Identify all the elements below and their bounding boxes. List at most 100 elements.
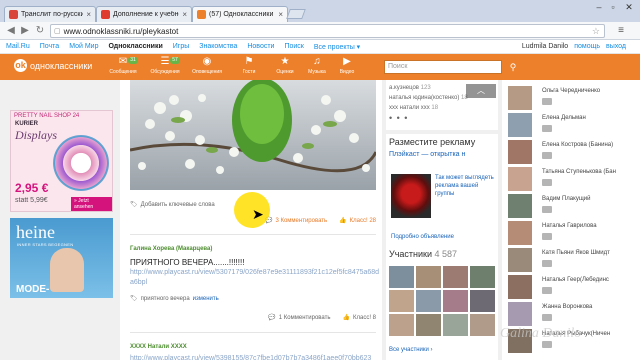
search-icon[interactable]: ⚲ [506, 60, 520, 74]
nail-shop-ad[interactable]: PRETTY NAIL SHOP 24 KURIER Displays 2,95… [10, 110, 113, 212]
all-members-link[interactable]: Все участники › [389, 347, 433, 353]
post-author[interactable]: Галина Хорева (Макарцева) [130, 246, 212, 252]
nav-footprints[interactable]: ⚑ Гости [232, 56, 266, 78]
browser-menu-icon[interactable]: ≡ [614, 25, 628, 37]
friend-name[interactable]: Елена Кострова (Банина) [542, 142, 613, 148]
comments-link[interactable]: 3 Комментировать [275, 218, 327, 224]
portal-link-all-projects[interactable]: Все проекты ▾ [314, 43, 360, 51]
member-avatar[interactable] [416, 290, 441, 312]
friend-item[interactable]: Катя Пьяни Яков Шмидт [506, 246, 640, 272]
browser-tab[interactable]: Транслит по-русски × [4, 6, 96, 22]
member-avatar[interactable] [389, 290, 414, 312]
friend-item[interactable]: Ольга Чередниченко [506, 84, 640, 110]
friend-item[interactable]: Жанна Воронкова [506, 300, 640, 326]
friend-name[interactable]: Наталья Гаврилова [542, 223, 597, 229]
forward-icon[interactable]: ▶ [18, 24, 32, 38]
friend-item[interactable]: Вадим Плакущий [506, 192, 640, 218]
message-icon[interactable] [542, 125, 552, 132]
add-tags-row[interactable]: 🏷 Добавить ключевые слова [130, 201, 215, 209]
tag-edit-link[interactable]: изменить [193, 296, 219, 302]
portal-link-mail[interactable]: Почта [40, 43, 59, 50]
site-search-input[interactable]: Поиск [384, 60, 502, 74]
avatar[interactable] [508, 221, 532, 245]
new-tab-button[interactable] [286, 9, 306, 19]
portal-link-odnoklassniki[interactable]: Одноклассники [108, 43, 162, 50]
tab-close-icon[interactable]: × [278, 10, 283, 19]
logout-link[interactable]: выход [606, 43, 626, 50]
avatar[interactable] [508, 113, 532, 137]
member-avatar[interactable] [443, 314, 468, 336]
class-link[interactable]: Класс! 28 [350, 218, 376, 224]
url-input[interactable]: ▢ www.odnoklassniki.ru/pleykastot ☆ [50, 24, 605, 38]
guests-more[interactable]: • • • [389, 113, 495, 123]
avatar[interactable] [508, 140, 532, 164]
friend-item[interactable]: Татьяна Ступенькова (Бан [506, 165, 640, 191]
user-name[interactable]: Ludmila Danilo [522, 43, 568, 50]
friend-item[interactable]: Наталья Гаврилова [506, 219, 640, 245]
friend-name[interactable]: Наталья Геер(Лебединс [542, 277, 609, 283]
scroll-up-button[interactable]: ︿ [466, 84, 496, 98]
avatar[interactable] [508, 302, 532, 326]
message-icon[interactable] [542, 260, 552, 267]
avatar[interactable] [508, 86, 532, 110]
avatar[interactable] [508, 248, 532, 272]
nav-rating[interactable]: ★ Оценки [268, 56, 302, 78]
portal-link-games[interactable]: Игры [173, 43, 190, 50]
friend-item[interactable]: Наталья Геер(Лебединс [506, 273, 640, 299]
member-avatar[interactable] [416, 314, 441, 336]
member-avatar[interactable] [416, 266, 441, 288]
guest-line[interactable]: xxx натали xxx 18 [389, 103, 495, 113]
message-icon[interactable] [542, 98, 552, 105]
site-logo[interactable]: ok одноклассники [14, 59, 92, 72]
heine-ad[interactable]: heine INNER STARS BEGEGNEN MODE- [10, 218, 113, 298]
avatar[interactable] [508, 194, 532, 218]
message-icon[interactable] [542, 287, 552, 294]
ad-cta-button[interactable]: » Jetzt ansehen [71, 197, 112, 211]
message-icon[interactable] [542, 152, 552, 159]
member-avatar[interactable] [470, 290, 495, 312]
message-icon[interactable] [542, 341, 552, 348]
browser-tab[interactable]: Дополнение к учебном... × [96, 6, 192, 22]
friend-name[interactable]: Катя Пьяни Яков Шмидт [542, 250, 610, 256]
member-avatar[interactable] [443, 290, 468, 312]
ad-body[interactable]: Так может выглядеть реклама вашей группы [435, 174, 495, 198]
avatar[interactable] [508, 275, 532, 299]
friend-name[interactable]: Ольга Чередниченко [542, 88, 600, 94]
members-title[interactable]: Участники [389, 249, 432, 259]
minimize-icon[interactable]: – [592, 2, 606, 14]
tab-close-icon[interactable]: × [182, 10, 187, 19]
member-avatar[interactable] [389, 314, 414, 336]
portal-link-mailru[interactable]: Mail.Ru [6, 43, 30, 50]
friend-name[interactable]: Вадим Плакущий [542, 196, 590, 202]
tab-close-icon[interactable]: × [86, 10, 91, 19]
ad-title[interactable]: Плэйкаст — открытка н [389, 151, 495, 158]
post-author[interactable]: XXXX Натали XXXX [130, 344, 187, 350]
bookmark-star-icon[interactable]: ☆ [592, 26, 600, 37]
friend-name[interactable]: Елена Дельман [542, 115, 586, 121]
back-icon[interactable]: ◀ [4, 24, 18, 38]
message-icon[interactable] [542, 206, 552, 213]
nav-discussion[interactable]: ☰ Обсуждения 57 [148, 56, 182, 78]
post-title[interactable]: ПРИЯТНОГО ВЕЧЕРА.......!!!!!!! [130, 258, 244, 267]
browser-tab-active[interactable]: (57) Одноклассники × [192, 6, 288, 22]
post-link[interactable]: http://www.playcast.ru/view/5398155/87c7… [130, 354, 380, 360]
message-icon[interactable] [542, 314, 552, 321]
class-link[interactable]: Класс! 8 [353, 315, 376, 321]
ad-more-link[interactable]: Подробно объявление [391, 234, 454, 240]
post-tag[interactable]: приятного вечера [141, 296, 190, 302]
bird-photo[interactable] [130, 80, 376, 190]
nav-video[interactable]: ▶ Видео [330, 56, 364, 78]
portal-link-search[interactable]: Поиск [284, 43, 303, 50]
help-link[interactable]: помощь [574, 43, 600, 50]
member-avatar[interactable] [470, 266, 495, 288]
friend-name[interactable]: Татьяна Ступенькова (Бан [542, 169, 616, 175]
post-link[interactable]: http://www.playcast.ru/view/5307179/026f… [130, 268, 380, 288]
portal-link-myworld[interactable]: Мой Мир [69, 43, 98, 50]
member-avatar[interactable] [443, 266, 468, 288]
avatar[interactable] [508, 167, 532, 191]
friend-item[interactable]: Елена Дельман [506, 111, 640, 137]
friend-name[interactable]: Жанна Воронкова [542, 304, 592, 310]
maximize-icon[interactable]: ▫ [606, 2, 620, 14]
nav-bell[interactable]: ◉ Оповещения [190, 56, 224, 78]
rose-ad-image[interactable] [391, 174, 431, 218]
